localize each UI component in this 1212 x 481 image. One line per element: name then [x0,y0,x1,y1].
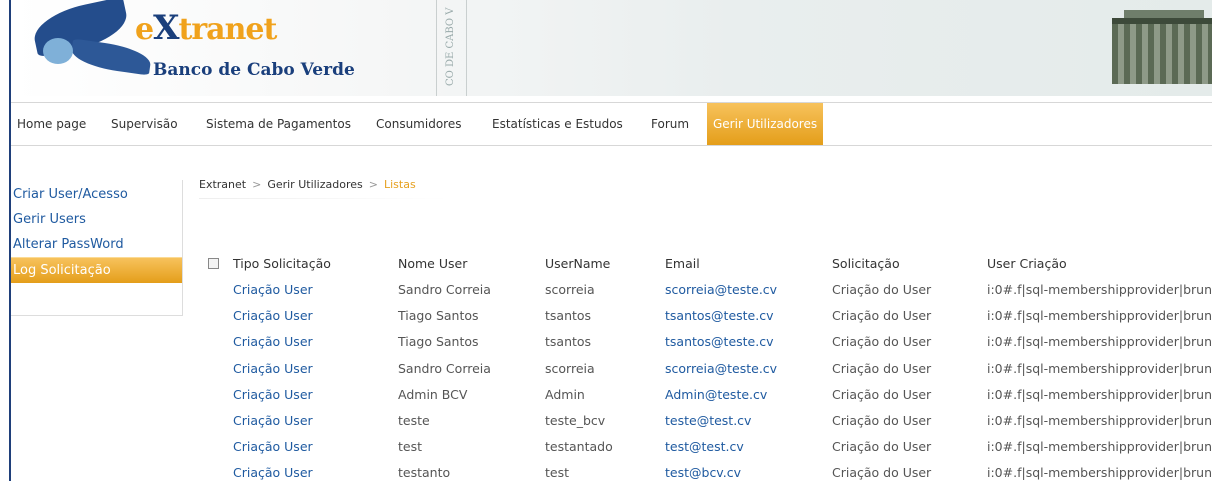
breadcrumb-item-extranet[interactable]: Extranet [199,178,246,191]
cell-user-criacao: i:0#.f|sql-membershipprovider|bruna [987,360,1212,376]
header-banner: eXtranet Banco de Cabo Verde CO DE CABO … [11,0,1212,96]
cell-solicitacao: Criação do User [832,282,932,297]
nav-item-sistema-de-pagamentos[interactable]: Sistema de Pagamentos [206,103,351,145]
cell-solicitacao: Criação do User [832,308,932,324]
nav-item-estatisticas-e-estudos[interactable]: Estatísticas e Estudos [492,103,623,145]
cell-username: teste_bcv [545,413,606,428]
cell-email[interactable]: tsantos@teste.cv [665,303,774,329]
top-nav: Home page Supervisão Sistema de Pagament… [11,102,1212,146]
nav-item-forum[interactable]: Forum [651,103,689,145]
left-menu: Criar User/Acesso Gerir Users Alterar Pa… [11,180,183,316]
cell-solicitacao: Criação do User [832,386,932,402]
cell-solicitacao: Criação do User [832,360,932,376]
left-menu-item-criar-user[interactable]: Criar User/Acesso [11,182,182,207]
cell-tipo-solicitacao[interactable]: Criação User [233,382,313,408]
cell-nome-user: testanto [398,465,451,481]
cell-email[interactable]: tsantos@teste.cv [665,329,774,355]
column-header-username[interactable]: UserName [545,251,610,277]
cell-username: scorreia [545,360,595,376]
cell-username: tsantos [545,308,592,324]
logo-subtitle: Banco de Cabo Verde [153,60,355,80]
nav-item-gerir-utilizadores[interactable]: Gerir Utilizadores [707,103,824,145]
cell-email[interactable]: test@test.cv [665,434,744,460]
select-all-checkbox[interactable] [208,258,219,269]
nav-item-consumidores[interactable]: Consumidores [376,103,461,145]
breadcrumb-item-gerir-utilizadores[interactable]: Gerir Utilizadores [267,178,362,191]
logo-title-rest: tranet [178,12,277,47]
cell-user-criacao: i:0#.f|sql-membershipprovider|bruna [987,439,1212,455]
cell-email[interactable]: test@bcv.cv [665,460,741,481]
cell-nome-user: Tiago Santos [398,308,479,324]
column-header-user-criacao[interactable]: User Criação [987,251,1067,277]
cell-tipo-solicitacao[interactable]: Criação User [233,277,313,303]
cell-tipo-solicitacao[interactable]: Criação User [233,329,313,355]
cell-email[interactable]: Admin@teste.cv [665,382,767,408]
column-header-email[interactable]: Email [665,251,700,277]
banner-divider [466,0,467,96]
nav-item-supervisao[interactable]: Supervisão [111,103,178,145]
cell-solicitacao: Criação do User [832,465,932,481]
logo-swoosh [43,38,73,64]
cell-username: testantado [545,439,613,455]
cell-user-criacao: i:0#.f|sql-membershipprovider|bruna [987,465,1212,481]
cell-email[interactable]: scorreia@teste.cv [665,356,777,382]
page-frame: eXtranet Banco de Cabo Verde CO DE CABO … [9,0,1212,481]
breadcrumb-separator: > [368,178,378,191]
cell-nome-user: Admin BCV [398,386,468,402]
cell-user-criacao: i:0#.f|sql-membershipprovider|bruna [987,282,1212,297]
cell-username: tsantos [545,334,592,350]
cell-tipo-solicitacao[interactable]: Criação User [233,460,313,481]
cell-user-criacao: i:0#.f|sql-membershipprovider|bruna [987,334,1212,350]
left-menu-item-gerir-users[interactable]: Gerir Users [11,207,182,232]
column-header-solicitacao[interactable]: Solicitação [832,251,900,277]
banner-stamp-text: CO DE CABO V [445,7,456,86]
logo-title-e: e [135,12,154,47]
cell-username: scorreia [545,282,595,297]
column-header-nome-user[interactable]: Nome User [398,251,467,277]
building-image [1112,18,1212,84]
cell-username: test [545,465,570,481]
cell-tipo-solicitacao[interactable]: Criação User [233,303,313,329]
cell-user-criacao: i:0#.f|sql-membershipprovider|bruna [987,308,1212,324]
cell-nome-user: teste [398,413,430,428]
logo-title-x: X [153,8,179,48]
cell-user-criacao: i:0#.f|sql-membershipprovider|bruna [987,386,1212,402]
cell-email[interactable]: teste@test.cv [665,408,751,434]
cell-tipo-solicitacao[interactable]: Criação User [233,356,313,382]
cell-email[interactable]: scorreia@teste.cv [665,277,777,303]
cell-user-criacao: i:0#.f|sql-membershipprovider|bruna [987,413,1212,428]
breadcrumb-underline [199,198,449,199]
cell-nome-user: Sandro Correia [398,282,491,297]
logo-title[interactable]: eXtranet [135,8,277,48]
cell-username: Admin [545,386,585,402]
cell-solicitacao: Criação do User [832,334,932,350]
cell-nome-user: Sandro Correia [398,360,491,376]
cell-tipo-solicitacao[interactable]: Criação User [233,434,313,460]
left-menu-item-alterar-password[interactable]: Alterar PassWord [11,232,182,257]
banner-divider [436,0,437,96]
cell-nome-user: Tiago Santos [398,334,479,350]
breadcrumb-item-current: Listas [383,178,416,191]
left-menu-item-log-solicitacao[interactable]: Log Solicitação [11,257,182,283]
cell-solicitacao: Criação do User [832,439,932,455]
cell-tipo-solicitacao[interactable]: Criação User [233,408,313,434]
cell-solicitacao: Criação do User [832,413,932,428]
nav-item-home-page[interactable]: Home page [17,103,86,145]
column-header-tipo-solicitacao[interactable]: Tipo Solicitação [233,251,331,277]
breadcrumb-separator: > [252,178,262,191]
breadcrumb: Extranet > Gerir Utilizadores > Listas [199,178,416,191]
cell-nome-user: test [398,439,423,455]
